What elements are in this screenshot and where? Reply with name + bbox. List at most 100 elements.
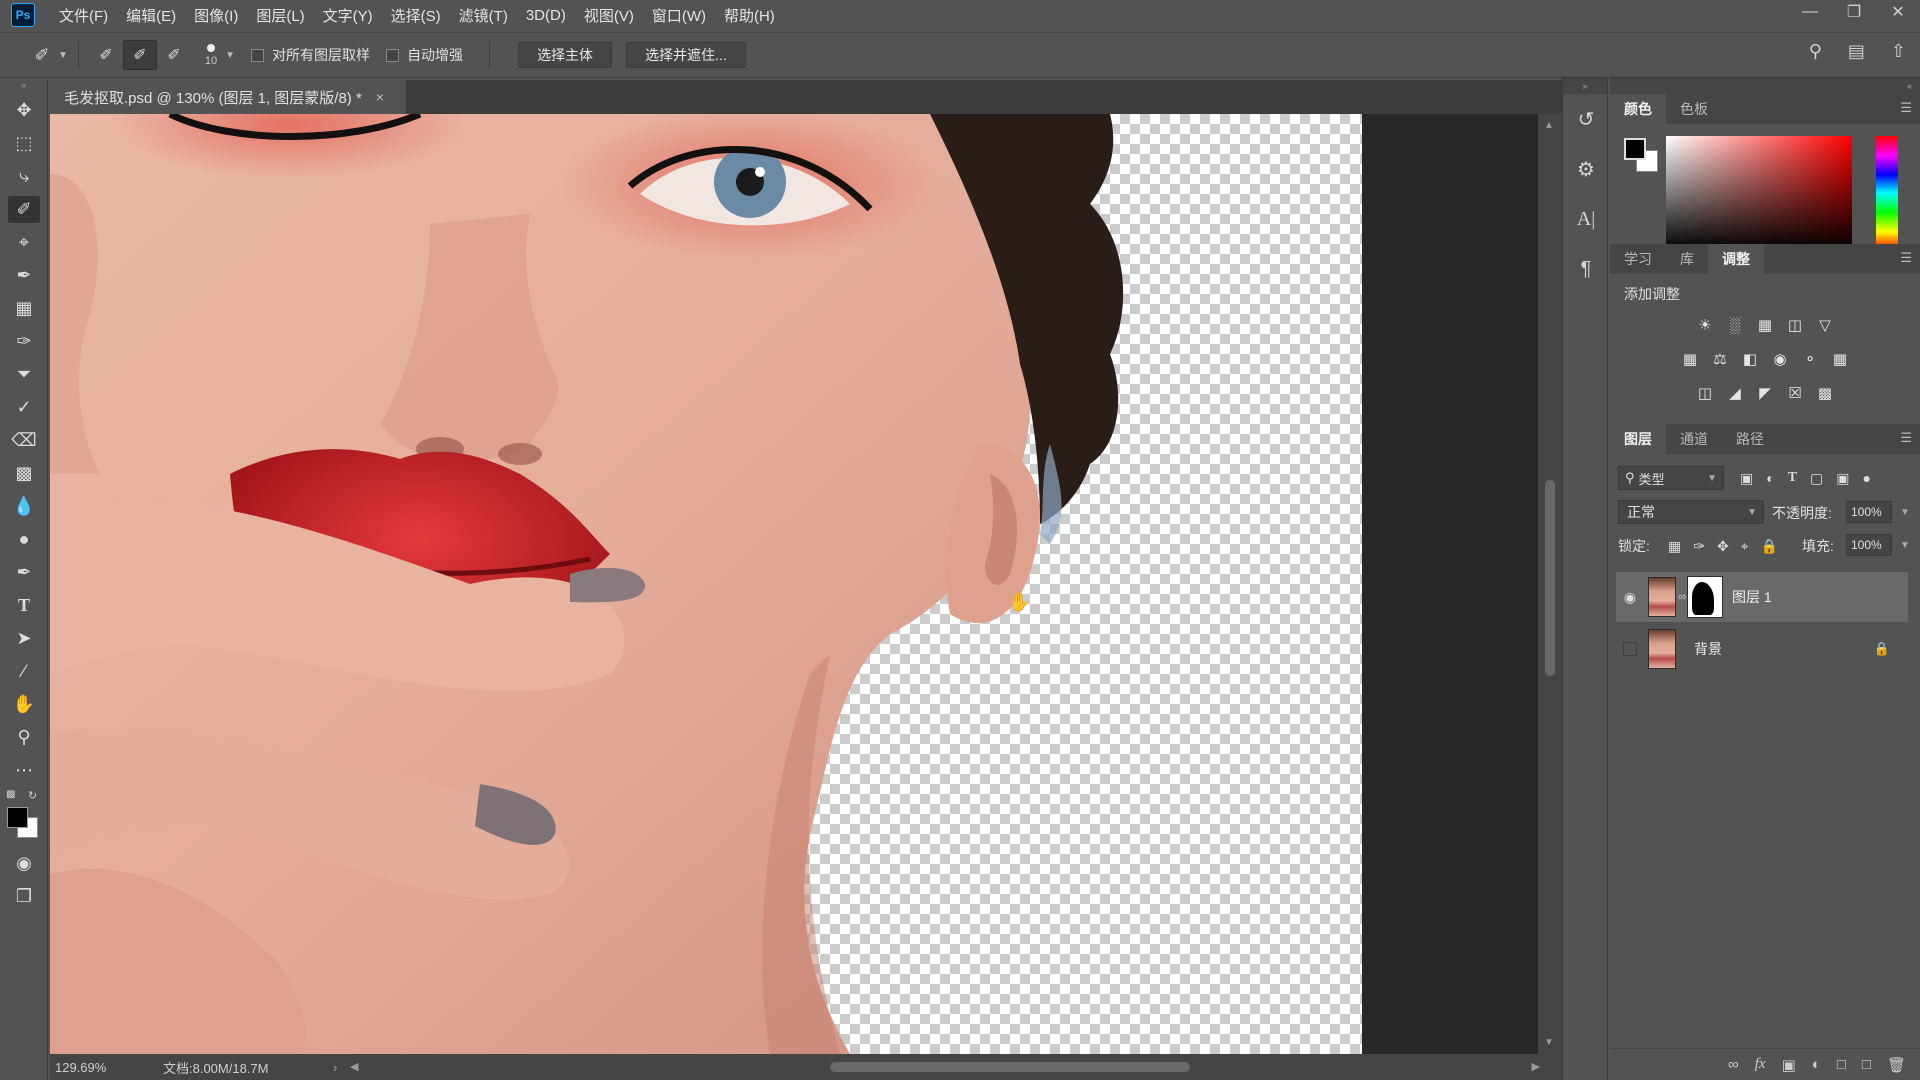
close-icon[interactable]: ×	[376, 89, 384, 105]
scroll-down-icon[interactable]: ▼	[1544, 1037, 1554, 1048]
hand-tool[interactable]: ✋	[0, 688, 48, 721]
link-icon[interactable]: ∞	[1676, 591, 1688, 603]
new-layer-icon[interactable]: □	[1862, 1056, 1871, 1073]
select-subject-button[interactable]: 选择主体	[518, 42, 613, 68]
lock-transparent-icon[interactable]: ▦	[1668, 538, 1681, 555]
threshold-icon[interactable]: ◤	[1756, 384, 1774, 402]
horizontal-scrollbar[interactable]: ◀ ▶	[350, 1060, 1540, 1074]
scroll-up-icon[interactable]: ▲	[1544, 120, 1554, 131]
search-icon[interactable]: ⚲	[1809, 41, 1822, 62]
expand-icon[interactable]: «	[1610, 78, 1920, 94]
paragraph-panel-icon[interactable]: ¶	[1563, 244, 1609, 294]
blend-mode-select[interactable]: 正常 ▼	[1618, 500, 1764, 524]
menu-filter[interactable]: 滤镜(T)	[459, 5, 508, 26]
add-mask-icon[interactable]: ▣	[1782, 1056, 1796, 1074]
share-icon[interactable]: ⇧	[1891, 41, 1906, 62]
layer-row[interactable]: 背景 🔒	[1616, 624, 1908, 674]
healing-brush-tool[interactable]: ▦	[0, 292, 48, 325]
lock-all-icon[interactable]: 🔒	[1761, 538, 1778, 555]
quick-selection-tool[interactable]: ✐	[0, 193, 48, 226]
tab-channels[interactable]: 通道	[1666, 424, 1722, 454]
default-colors-icon[interactable]: ▩	[6, 789, 15, 800]
adjustment-filter-icon[interactable]: ◐	[1766, 470, 1774, 487]
panel-menu-icon[interactable]: ☰	[1900, 250, 1912, 266]
exposure-icon[interactable]: ◫	[1786, 316, 1804, 334]
hue-saturation-icon[interactable]: ▦	[1681, 350, 1699, 368]
sample-all-layers-checkbox[interactable]: 对所有图层取样	[251, 45, 370, 65]
subtract-from-selection-button[interactable]: ✐	[157, 40, 191, 70]
scroll-left-icon[interactable]: ◀	[350, 1060, 358, 1073]
pixel-filter-icon[interactable]: ▣	[1740, 470, 1753, 487]
fill-input[interactable]: 100%	[1846, 534, 1892, 556]
link-layers-icon[interactable]: ∞	[1728, 1056, 1739, 1073]
tab-adjustments[interactable]: 调整	[1708, 244, 1764, 274]
tab-swatches[interactable]: 色板	[1666, 94, 1722, 124]
layer-thumbnail[interactable]	[1648, 577, 1676, 617]
vertical-scroll-thumb[interactable]	[1545, 480, 1555, 676]
history-brush-tool[interactable]: ✓	[0, 391, 48, 424]
lasso-tool[interactable]: ⤷	[0, 160, 48, 193]
chevron-down-icon[interactable]: ▼	[58, 50, 68, 61]
gradient-tool[interactable]: ▩	[0, 457, 48, 490]
menu-select[interactable]: 选择(S)	[391, 5, 441, 26]
zoom-tool[interactable]: ⚲	[0, 721, 48, 754]
clone-stamp-tool[interactable]: ⏷	[0, 358, 48, 391]
type-tool[interactable]: T	[0, 589, 48, 622]
selective-color-icon[interactable]: ☒	[1786, 384, 1804, 402]
chevron-down-icon[interactable]: ▼	[1900, 507, 1910, 518]
vertical-scrollbar[interactable]: ▲ ▼	[1538, 114, 1562, 1054]
marquee-tool[interactable]: ⬚	[0, 127, 48, 160]
lock-pixels-icon[interactable]: ✑	[1693, 538, 1705, 555]
zoom-level[interactable]: 129.69%	[55, 1060, 155, 1075]
filter-toggle-icon[interactable]: ●	[1863, 470, 1871, 487]
dodge-tool[interactable]: ●	[0, 523, 48, 556]
color-balance-icon[interactable]: ⚖	[1711, 350, 1729, 368]
tab-layers[interactable]: 图层	[1610, 424, 1666, 454]
color-lookup-icon[interactable]: ▦	[1831, 350, 1849, 368]
layer-mask-thumbnail[interactable]	[1687, 576, 1723, 618]
layer-row[interactable]: ◉ ∞ 图层 1	[1616, 572, 1908, 622]
brush-size-picker[interactable]: 10	[205, 43, 217, 67]
layer-thumbnail[interactable]	[1648, 629, 1676, 669]
swap-colors-icon[interactable]: ↻	[28, 789, 37, 802]
panel-menu-icon[interactable]: ☰	[1900, 430, 1912, 446]
hue-slider[interactable]	[1876, 136, 1898, 250]
layer-filter-select[interactable]: ⚲ 类型 ▼	[1618, 466, 1724, 490]
menu-edit[interactable]: 编辑(E)	[126, 5, 176, 26]
add-to-selection-button[interactable]: ✐	[122, 40, 157, 70]
brush-chevron-icon[interactable]: ▼	[225, 50, 235, 61]
collapse-icon[interactable]: »	[0, 80, 47, 94]
curves-icon[interactable]: ▦	[1756, 316, 1774, 334]
quick-mask-button[interactable]: ◉	[0, 847, 48, 880]
tab-paths[interactable]: 路径	[1722, 424, 1778, 454]
workspace-icon[interactable]: ▤	[1848, 41, 1865, 62]
crop-tool[interactable]: ⌖	[0, 226, 48, 259]
brightness-icon[interactable]: ☀	[1696, 316, 1714, 334]
photo-filter-icon[interactable]: ◉	[1771, 350, 1789, 368]
tab-libraries[interactable]: 库	[1666, 244, 1708, 274]
canvas-area[interactable]: ✋	[50, 114, 1538, 1054]
type-filter-icon[interactable]: T	[1788, 470, 1797, 487]
brush-tool[interactable]: ✑	[0, 325, 48, 358]
lock-artboard-icon[interactable]: ⌖	[1741, 538, 1749, 555]
menu-layer[interactable]: 图层(L)	[256, 5, 304, 26]
channel-mixer-icon[interactable]: ⚬	[1801, 350, 1819, 368]
tool-preset-picker[interactable]: ✐	[22, 38, 62, 72]
move-tool[interactable]: ✥	[0, 94, 48, 127]
horizontal-scroll-thumb[interactable]	[830, 1062, 1190, 1072]
smart-object-filter-icon[interactable]: ▣	[1836, 470, 1849, 487]
opacity-input[interactable]: 100%	[1846, 501, 1892, 523]
invert-icon[interactable]: ◫	[1696, 384, 1714, 402]
tab-color[interactable]: 颜色	[1610, 94, 1666, 124]
menu-view[interactable]: 视图(V)	[584, 5, 634, 26]
tab-learn[interactable]: 学习	[1610, 244, 1666, 274]
delete-layer-icon[interactable]: 🗑	[1887, 1056, 1906, 1074]
layer-name[interactable]: 背景	[1694, 639, 1722, 659]
minimize-icon[interactable]: —	[1788, 0, 1832, 24]
menu-file[interactable]: 文件(F)	[59, 5, 108, 26]
lock-position-icon[interactable]: ✥	[1717, 538, 1729, 555]
chevron-down-icon[interactable]: ▼	[1900, 540, 1910, 551]
restore-icon[interactable]: ❐	[1832, 0, 1876, 24]
path-selection-tool[interactable]: ➤	[0, 622, 48, 655]
layer-style-icon[interactable]: fx	[1755, 1056, 1766, 1073]
